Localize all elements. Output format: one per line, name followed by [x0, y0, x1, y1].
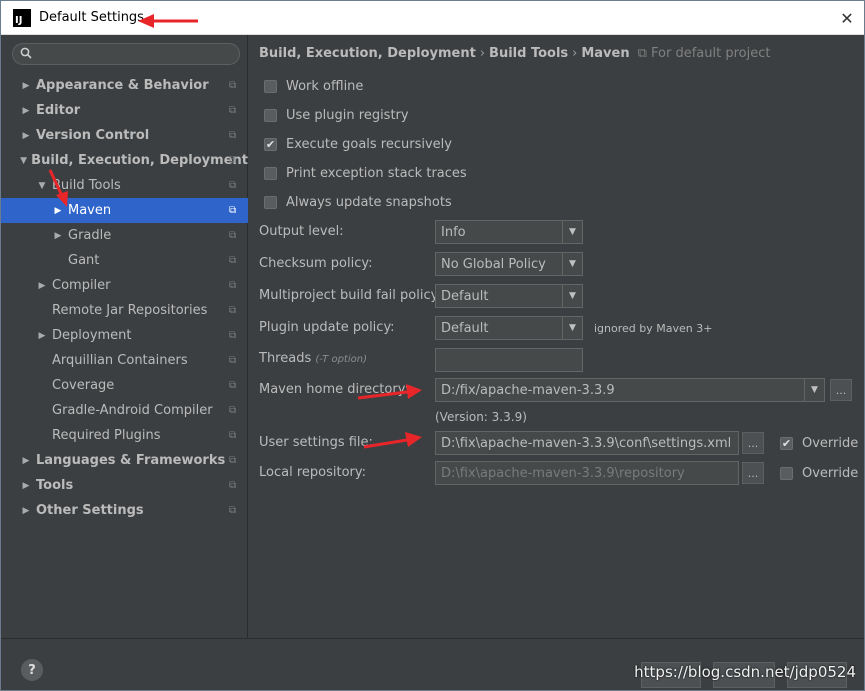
- annotation-arrow: [357, 390, 408, 400]
- annotation-arrow: [48, 169, 64, 197]
- annotation-arrow-head: [406, 384, 422, 399]
- annotation-arrow-head: [138, 14, 154, 28]
- annotation-arrow: [363, 438, 408, 449]
- annotation-arrow-head: [56, 191, 68, 207]
- annotation-arrows: [48, 14, 422, 449]
- annotation-arrow-head: [405, 432, 422, 447]
